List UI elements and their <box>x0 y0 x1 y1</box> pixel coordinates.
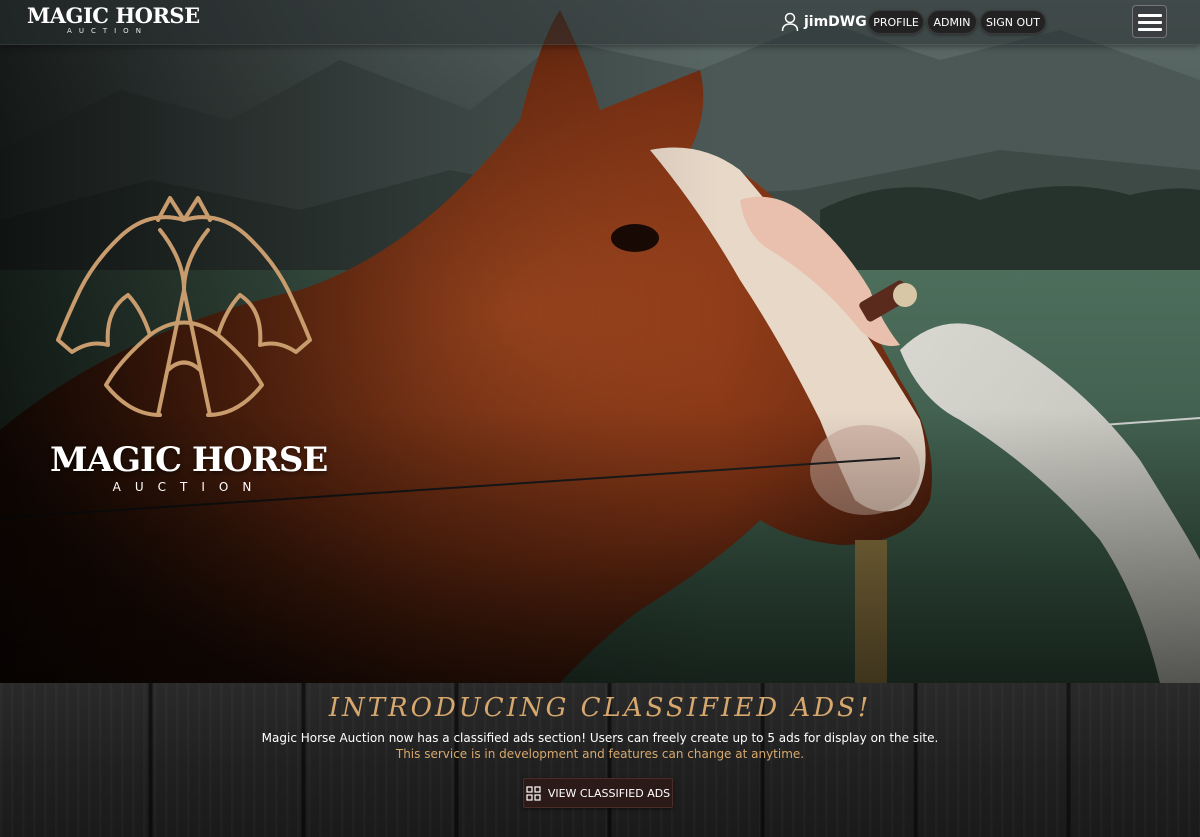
horse-crest-icon <box>56 196 312 417</box>
announcement-note: This service is in development and featu… <box>395 747 805 761</box>
username: jimDWG <box>804 14 867 30</box>
brand-logo[interactable]: MAGIC HORSE AUCTION <box>27 3 200 36</box>
view-classified-ads-button[interactable]: VIEW CLASSIFIED ADS <box>523 778 673 808</box>
brand-subtitle: AUCTION <box>67 27 148 35</box>
user-account[interactable]: jimDWG <box>781 11 867 33</box>
grid-icon <box>526 785 541 801</box>
announcement-section: INTRODUCING CLASSIFIED ADS! Magic Horse … <box>0 683 1200 837</box>
hero-logo: MAGIC HORSE AUCTION <box>50 190 328 500</box>
top-navbar: MAGIC HORSE AUCTION jimDWG PROFILE ADMIN… <box>0 0 1200 45</box>
hero-logo-title: MAGIC HORSE <box>50 440 328 480</box>
announcement-description: Magic Horse Auction now has a classified… <box>261 731 939 745</box>
sign-out-button[interactable]: SIGN OUT <box>980 10 1046 34</box>
admin-button[interactable]: ADMIN <box>927 10 977 34</box>
hero-logo-subtitle: AUCTION <box>112 480 266 494</box>
view-classified-ads-label: VIEW CLASSIFIED ADS <box>547 786 671 800</box>
hamburger-menu-button[interactable] <box>1132 5 1167 38</box>
user-icon <box>781 12 799 32</box>
hero-banner: MAGIC HORSE AUCTION <box>0 0 1200 683</box>
profile-button[interactable]: PROFILE <box>868 10 924 34</box>
announcement-headline: INTRODUCING CLASSIFIED ADS! <box>328 693 872 723</box>
brand-title: MAGIC HORSE <box>27 3 200 28</box>
